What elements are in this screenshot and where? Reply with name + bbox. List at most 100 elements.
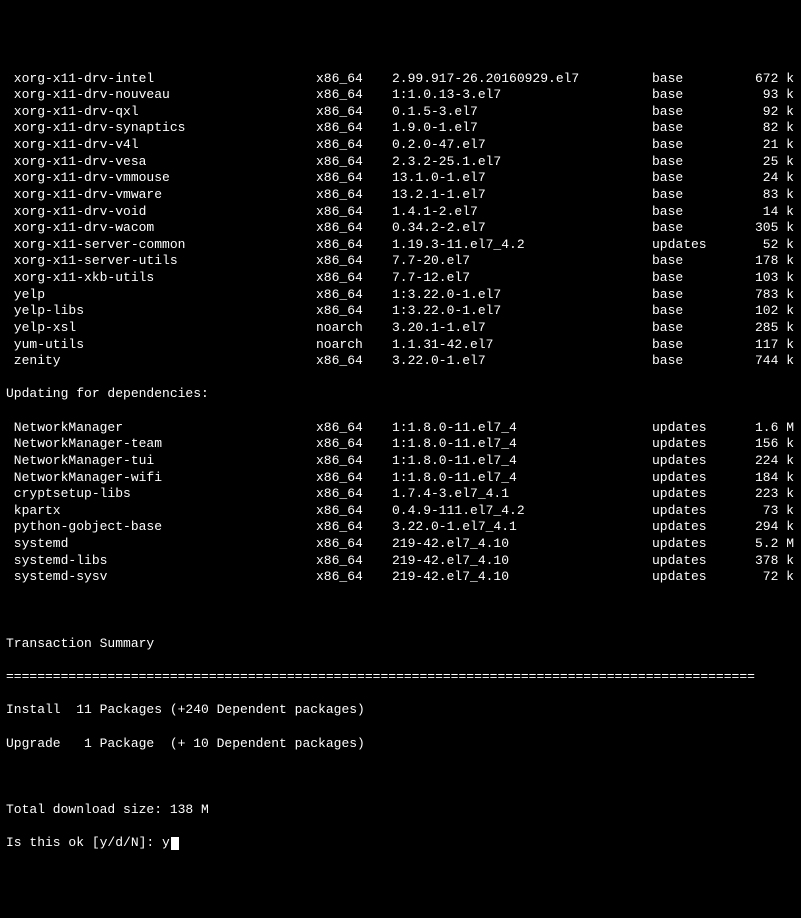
package-name: xorg-x11-drv-synaptics — [6, 120, 316, 137]
package-arch: x86_64 — [316, 137, 392, 154]
package-version: 1:1.8.0-11.el7_4 — [392, 436, 652, 453]
package-name: kpartx — [6, 503, 316, 520]
package-arch: x86_64 — [316, 353, 392, 370]
package-version: 0.34.2-2.el7 — [392, 220, 652, 237]
package-row: xorg-x11-server-utilsx86_647.7-20.el7bas… — [6, 253, 795, 270]
package-arch: x86_64 — [316, 104, 392, 121]
package-version: 219-42.el7_4.10 — [392, 569, 652, 586]
package-size: 52 k — [738, 237, 794, 254]
package-arch: x86_64 — [316, 170, 392, 187]
package-repo: updates — [652, 553, 738, 570]
package-row: xorg-x11-drv-intelx86_642.99.917-26.2016… — [6, 71, 795, 88]
package-size: 285 k — [738, 320, 794, 337]
package-size: 1.6 M — [738, 420, 794, 437]
package-row: xorg-x11-drv-nouveaux86_641:1.0.13-3.el7… — [6, 87, 795, 104]
package-row: xorg-x11-server-commonx86_641.19.3-11.el… — [6, 237, 795, 254]
divider-line: ========================================… — [6, 669, 795, 686]
package-size: 305 k — [738, 220, 794, 237]
package-arch: x86_64 — [316, 420, 392, 437]
package-arch: x86_64 — [316, 303, 392, 320]
updating-deps-header: Updating for dependencies: — [6, 386, 795, 403]
package-name: yelp — [6, 287, 316, 304]
package-arch: x86_64 — [316, 470, 392, 487]
package-version: 1.9.0-1.el7 — [392, 120, 652, 137]
package-row: yum-utilsnoarch1.1.31-42.el7base117 k — [6, 337, 795, 354]
package-version: 7.7-20.el7 — [392, 253, 652, 270]
package-repo: base — [652, 253, 738, 270]
package-repo: base — [652, 220, 738, 237]
package-row: NetworkManagerx86_641:1.8.0-11.el7_4upda… — [6, 420, 795, 437]
package-size: 294 k — [738, 519, 794, 536]
confirm-prompt: Is this ok [y/d/N]: — [6, 835, 162, 850]
package-arch: x86_64 — [316, 436, 392, 453]
package-version: 3.20.1-1.el7 — [392, 320, 652, 337]
package-version: 1:3.22.0-1.el7 — [392, 303, 652, 320]
package-arch: x86_64 — [316, 253, 392, 270]
cursor-icon — [171, 837, 179, 850]
package-version: 1:1.8.0-11.el7_4 — [392, 453, 652, 470]
package-version: 3.22.0-1.el7 — [392, 353, 652, 370]
package-name: yelp-xsl — [6, 320, 316, 337]
package-arch: x86_64 — [316, 154, 392, 171]
package-name: yelp-libs — [6, 303, 316, 320]
package-name: xorg-x11-server-common — [6, 237, 316, 254]
package-name: xorg-x11-drv-intel — [6, 71, 316, 88]
package-size: 102 k — [738, 303, 794, 320]
package-name: systemd-sysv — [6, 569, 316, 586]
package-row: systemd-libsx86_64219-42.el7_4.10updates… — [6, 553, 795, 570]
package-version: 0.4.9-111.el7_4.2 — [392, 503, 652, 520]
package-arch: x86_64 — [316, 204, 392, 221]
package-row: cryptsetup-libsx86_641.7.4-3.el7_4.1upda… — [6, 486, 795, 503]
package-repo: base — [652, 170, 738, 187]
package-arch: x86_64 — [316, 536, 392, 553]
package-size: 117 k — [738, 337, 794, 354]
package-name: cryptsetup-libs — [6, 486, 316, 503]
package-size: 103 k — [738, 270, 794, 287]
package-name: systemd-libs — [6, 553, 316, 570]
dependency-list: NetworkManagerx86_641:1.8.0-11.el7_4upda… — [6, 420, 795, 586]
package-repo: updates — [652, 237, 738, 254]
package-size: 82 k — [738, 120, 794, 137]
download-size-line: Total download size: 138 M — [6, 802, 795, 819]
package-size: 93 k — [738, 87, 794, 104]
package-size: 178 k — [738, 253, 794, 270]
package-size: 83 k — [738, 187, 794, 204]
package-version: 219-42.el7_4.10 — [392, 536, 652, 553]
package-version: 7.7-12.el7 — [392, 270, 652, 287]
package-arch: x86_64 — [316, 453, 392, 470]
package-version: 1:1.8.0-11.el7_4 — [392, 470, 652, 487]
package-arch: x86_64 — [316, 519, 392, 536]
package-version: 0.1.5-3.el7 — [392, 104, 652, 121]
package-repo: updates — [652, 453, 738, 470]
package-name: xorg-x11-drv-vmmouse — [6, 170, 316, 187]
package-repo: base — [652, 71, 738, 88]
package-name: NetworkManager-tui — [6, 453, 316, 470]
package-size: 24 k — [738, 170, 794, 187]
package-size: 25 k — [738, 154, 794, 171]
package-repo: updates — [652, 420, 738, 437]
package-repo: base — [652, 287, 738, 304]
package-row: yelp-xslnoarch3.20.1-1.el7base285 k — [6, 320, 795, 337]
package-name: NetworkManager — [6, 420, 316, 437]
package-version: 13.2.1-1.el7 — [392, 187, 652, 204]
package-repo: updates — [652, 436, 738, 453]
package-row: systemd-sysvx86_64219-42.el7_4.10updates… — [6, 569, 795, 586]
confirm-input[interactable]: y — [162, 835, 170, 850]
package-name: xorg-x11-drv-wacom — [6, 220, 316, 237]
package-name: xorg-x11-drv-nouveau — [6, 87, 316, 104]
package-name: xorg-x11-drv-vmware — [6, 187, 316, 204]
package-size: 224 k — [738, 453, 794, 470]
package-arch: x86_64 — [316, 87, 392, 104]
package-version: 1.7.4-3.el7_4.1 — [392, 486, 652, 503]
package-repo: base — [652, 154, 738, 171]
package-arch: x86_64 — [316, 71, 392, 88]
package-size: 783 k — [738, 287, 794, 304]
package-arch: x86_64 — [316, 220, 392, 237]
package-version: 2.99.917-26.20160929.el7 — [392, 71, 652, 88]
package-repo: updates — [652, 470, 738, 487]
package-size: 14 k — [738, 204, 794, 221]
package-size: 73 k — [738, 503, 794, 520]
package-size: 672 k — [738, 71, 794, 88]
package-version: 2.3.2-25.1.el7 — [392, 154, 652, 171]
package-size: 744 k — [738, 353, 794, 370]
